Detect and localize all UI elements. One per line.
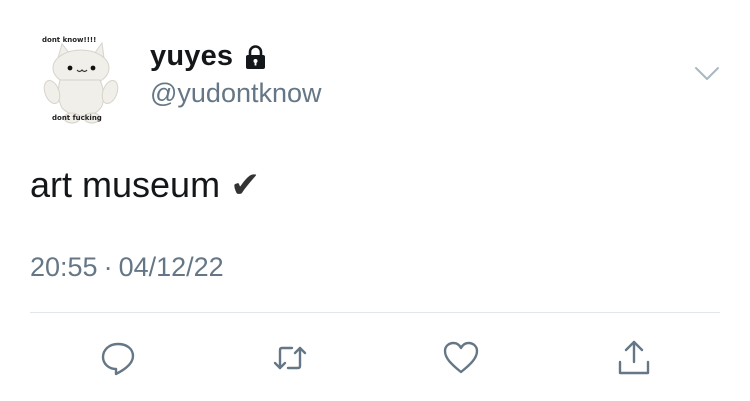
avatar[interactable]: dont know!!!! dont fucking bbox=[30, 30, 126, 126]
share-button[interactable] bbox=[614, 338, 654, 378]
check-mark-icon: ✔ bbox=[230, 164, 261, 205]
timestamp[interactable]: 20:55 · 04/12/22 bbox=[30, 252, 224, 283]
avatar-image bbox=[43, 41, 119, 124]
avatar-caption-top: dont know!!!! bbox=[42, 36, 97, 44]
tweet-text: art museum ✔ bbox=[30, 164, 260, 206]
retweet-button[interactable] bbox=[270, 338, 310, 378]
tweet-text-body: art museum bbox=[30, 164, 221, 205]
reply-button[interactable] bbox=[98, 338, 138, 378]
tweet-time: 20:55 bbox=[30, 252, 98, 282]
share-icon bbox=[618, 340, 650, 375]
display-name[interactable]: yuyes bbox=[150, 40, 233, 73]
timestamp-separator: · bbox=[103, 252, 113, 282]
tweet-card: dont know!!!! dont fucking yuyes @yudont… bbox=[0, 0, 750, 401]
user-handle[interactable]: @yudontknow bbox=[150, 78, 322, 109]
like-button[interactable] bbox=[441, 338, 481, 378]
tweet-date: 04/12/22 bbox=[118, 252, 224, 282]
chevron-down-icon[interactable] bbox=[694, 66, 720, 82]
heart-icon bbox=[443, 341, 479, 374]
retweet-icon bbox=[273, 346, 307, 370]
comment-icon bbox=[101, 342, 135, 376]
divider bbox=[30, 312, 720, 313]
avatar-caption-bottom: dont fucking bbox=[52, 114, 102, 122]
lock-icon bbox=[242, 44, 269, 71]
